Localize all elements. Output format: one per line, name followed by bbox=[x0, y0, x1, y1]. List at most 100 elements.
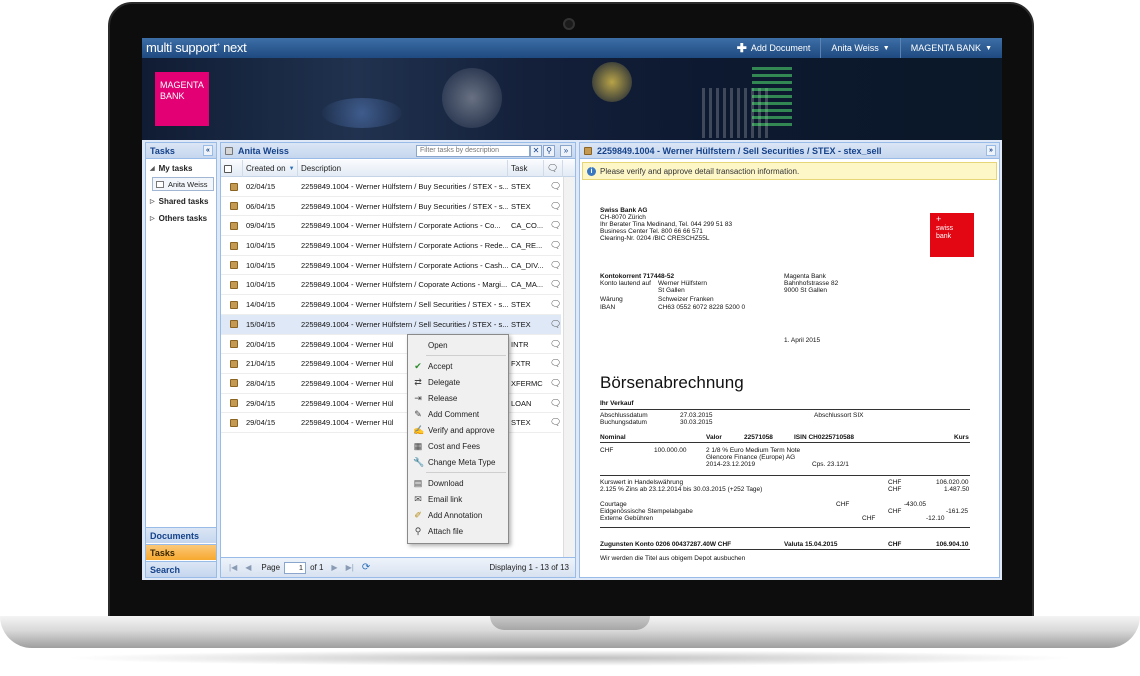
edit-check-icon: ✍ bbox=[413, 425, 425, 435]
table-row[interactable]: 10/04/15 2259849.1004 - Werner Hülfstern … bbox=[221, 256, 561, 276]
cell-task: STEX bbox=[511, 300, 531, 310]
tree-leaf-anita-weiss[interactable]: Anita Weiss bbox=[152, 177, 214, 191]
comment-icon[interactable]: 🗨 bbox=[547, 295, 561, 314]
clear-filter-icon[interactable]: ✕ bbox=[530, 145, 542, 157]
verify-notice: i Please verify and approve detail transa… bbox=[582, 162, 997, 180]
comment-icon[interactable]: 🗨 bbox=[547, 354, 561, 373]
menu-item-add-annotation[interactable]: ✐ Add Annotation bbox=[408, 507, 508, 523]
cell-description: 2259849.1004 - Werner Hülfstern / Buy Se… bbox=[301, 201, 508, 211]
next-page-icon[interactable]: ▶ bbox=[331, 563, 337, 572]
cell-task: LOAN bbox=[511, 398, 532, 408]
cell-created-on: 29/04/15 bbox=[246, 418, 276, 428]
col-task[interactable]: Task bbox=[508, 160, 544, 177]
cell-task: STEX bbox=[511, 201, 531, 211]
comment-icon[interactable]: 🗨 bbox=[547, 275, 561, 294]
comment-icon[interactable]: 🗨 bbox=[547, 256, 561, 275]
document-icon bbox=[224, 164, 232, 173]
paging-status: Displaying 1 - 13 of 13 bbox=[489, 563, 569, 572]
table-row[interactable]: 20/04/15 2259849.1004 - Werner Hül INTR 🗨 bbox=[221, 335, 561, 355]
comment-icon[interactable]: 🗨 bbox=[547, 335, 561, 354]
col-created-on[interactable]: Created on ▼ bbox=[243, 160, 298, 177]
comment-icon[interactable]: 🗨 bbox=[547, 236, 561, 255]
collapsed-arrow-icon: ▷ bbox=[150, 199, 155, 205]
menu-item-open[interactable]: Open bbox=[408, 337, 508, 353]
cell-created-on: 10/04/15 bbox=[246, 260, 276, 270]
expand-icon[interactable]: » bbox=[560, 145, 572, 157]
col-description[interactable]: Description bbox=[298, 160, 508, 177]
accordion-documents[interactable]: Documents bbox=[146, 527, 216, 543]
collapse-right-icon[interactable]: » bbox=[986, 145, 996, 156]
cell-description: 2259849.1004 - Werner Hülfstern / Sell S… bbox=[301, 319, 508, 329]
table-row[interactable]: 10/04/15 2259849.1004 - Werner Hülfstern … bbox=[221, 236, 561, 256]
table-row[interactable]: 14/04/15 2259849.1004 - Werner Hülfstern … bbox=[221, 295, 561, 315]
refresh-icon[interactable]: ⟳ bbox=[362, 562, 370, 573]
comment-icon[interactable]: 🗨 bbox=[547, 413, 561, 432]
delegate-icon: ⇄ bbox=[414, 377, 422, 387]
table-row[interactable]: 02/04/15 2259849.1004 - Werner Hülfstern … bbox=[221, 177, 561, 197]
cell-created-on: 15/04/15 bbox=[246, 319, 276, 329]
table-row[interactable]: 06/04/15 2259849.1004 - Werner Hülfstern … bbox=[221, 197, 561, 217]
menu-item-cost-fees[interactable]: ▦ Cost and Fees bbox=[408, 438, 508, 454]
page-number-input[interactable]: 1 bbox=[284, 561, 307, 574]
document-icon bbox=[227, 256, 243, 275]
top-bar: multi support+ next ✚ Add Document Anita … bbox=[142, 38, 1002, 58]
sort-desc-icon: ▼ bbox=[288, 165, 295, 172]
cell-created-on: 06/04/15 bbox=[246, 201, 276, 211]
menu-item-attach-file[interactable]: ⚲ Attach file bbox=[408, 523, 508, 539]
cell-created-on: 29/04/15 bbox=[246, 398, 276, 408]
menu-item-download[interactable]: ▤ Download bbox=[408, 475, 508, 491]
cell-description: 2259849.1004 - Werner Hülfstern / Sell S… bbox=[301, 300, 508, 310]
inbox-icon bbox=[156, 180, 164, 188]
accordion-tasks[interactable]: Tasks bbox=[146, 544, 216, 560]
table-row[interactable]: 21/04/15 2259849.1004 - Werner Hül FXTR 🗨 bbox=[221, 354, 561, 374]
cell-description: 2259849.1004 - Werner Hülfstern / Copora… bbox=[301, 280, 508, 290]
comment-icon[interactable]: 🗨 bbox=[547, 394, 561, 413]
table-row[interactable]: 29/04/15 2259849.1004 - Werner Hül LOAN 🗨 bbox=[221, 394, 561, 414]
comment-icon[interactable]: 🗨 bbox=[547, 197, 561, 216]
bank-menu[interactable]: MAGENTA BANK ▼ bbox=[899, 38, 1002, 58]
menu-item-change-meta-type[interactable]: 🔧 Change Meta Type bbox=[408, 454, 508, 470]
cell-description: 2259849.1004 - Werner Hülfstern / Buy Se… bbox=[301, 182, 508, 191]
accordion-search[interactable]: Search bbox=[146, 561, 216, 577]
collapse-left-icon[interactable]: « bbox=[203, 145, 213, 156]
first-page-icon[interactable]: |◀ bbox=[229, 563, 237, 572]
add-document-button[interactable]: ✚ Add Document bbox=[727, 38, 821, 58]
task-tree: ◢ My tasks Anita Weiss ▷ Shared tasks ▷ Oth… bbox=[146, 160, 216, 227]
tree-node-shared-tasks[interactable]: ▷ Shared tasks bbox=[146, 193, 216, 210]
tasks-panel-header: Tasks « bbox=[145, 142, 217, 159]
search-icon[interactable]: ⚲ bbox=[543, 145, 555, 157]
table-row[interactable]: 10/04/15 2259849.1004 - Werner Hülfstern … bbox=[221, 275, 561, 296]
comment-icon[interactable]: 🗨 bbox=[547, 216, 561, 235]
document-icon bbox=[227, 394, 243, 413]
table-row[interactable]: 29/04/15 2259849.1004 - Werner Hül STEX 🗨 bbox=[221, 413, 561, 433]
document-preview: Swiss Bank AG CH-8070 Zürich Ihr Berater… bbox=[580, 183, 999, 577]
prev-page-icon[interactable]: ◀ bbox=[245, 563, 251, 572]
tree-node-others-tasks[interactable]: ▷ Others tasks bbox=[146, 210, 216, 227]
menu-item-delegate[interactable]: ⇄ Delegate bbox=[408, 374, 508, 390]
annotation-icon: ✐ bbox=[414, 510, 422, 520]
document-icon bbox=[227, 413, 243, 432]
table-row[interactable]: 15/04/15 2259849.1004 - Werner Hülfstern … bbox=[221, 314, 561, 335]
document-heading: Börsenabrechnung bbox=[600, 373, 744, 392]
document-icon bbox=[227, 197, 243, 216]
menu-item-add-comment[interactable]: ✎ Add Comment bbox=[408, 406, 508, 422]
menu-item-verify-approve[interactable]: ✍ Verify and approve bbox=[408, 422, 508, 438]
laptop-mockup: multi support+ next ✚ Add Document Anita … bbox=[0, 0, 1140, 676]
cell-description: 2259849.1004 - Werner Hülfstern / Corpor… bbox=[301, 241, 508, 251]
menu-item-accept[interactable]: ✔ Accept bbox=[408, 358, 508, 374]
comment-icon[interactable]: 🗨 bbox=[547, 374, 561, 393]
comment-icon[interactable]: 🗨 bbox=[547, 177, 561, 196]
grid-scrollbar[interactable] bbox=[563, 177, 575, 559]
menu-item-release[interactable]: ⇥ Release bbox=[408, 390, 508, 406]
menu-item-email-link[interactable]: ✉ Email link bbox=[408, 491, 508, 507]
table-row[interactable]: 09/04/15 2259849.1004 - Werner Hülfstern … bbox=[221, 216, 561, 237]
tree-node-my-tasks[interactable]: ◢ My tasks bbox=[146, 160, 216, 177]
user-menu[interactable]: Anita Weiss ▼ bbox=[820, 38, 899, 58]
filter-input[interactable]: Filter tasks by description bbox=[416, 145, 530, 157]
last-page-icon[interactable]: ▶| bbox=[346, 563, 354, 572]
grid-rows: 02/04/15 2259849.1004 - Werner Hülfstern … bbox=[221, 177, 561, 433]
cell-task: STEX bbox=[511, 182, 531, 191]
table-row[interactable]: 28/04/15 2259849.1004 - Werner Hül XFERMC 🗨 bbox=[221, 374, 561, 394]
collapsed-arrow-icon: ▷ bbox=[150, 216, 155, 222]
comment-icon[interactable]: 🗨 bbox=[547, 315, 561, 334]
